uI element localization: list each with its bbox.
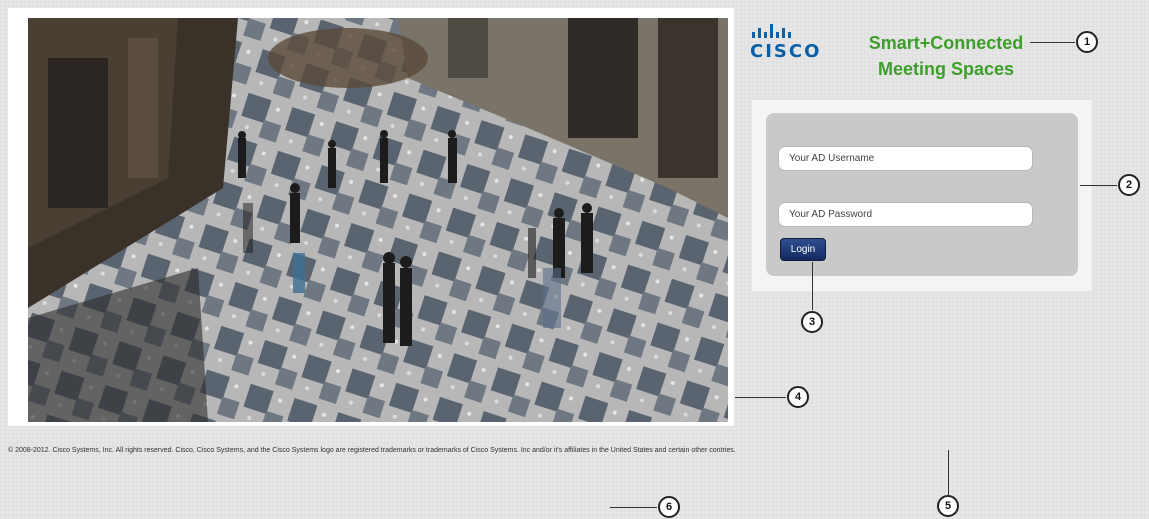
callout-4: 4 bbox=[787, 386, 809, 408]
callout-4-line bbox=[735, 397, 786, 398]
password-input[interactable] bbox=[778, 202, 1033, 227]
app-title-line2: Meeting Spaces bbox=[877, 59, 1015, 79]
callout-3-line bbox=[812, 262, 813, 310]
login-button[interactable]: Login bbox=[780, 238, 826, 261]
callout-2-line bbox=[1080, 185, 1117, 186]
callout-3: 3 bbox=[801, 311, 823, 333]
app-title-line1: Smart+Connected bbox=[868, 33, 1024, 53]
cisco-logo: CISCO bbox=[750, 22, 830, 66]
cisco-logo-bars-icon bbox=[752, 22, 830, 38]
callout-5: 5 bbox=[937, 495, 959, 517]
login-panel: Login bbox=[752, 100, 1092, 291]
callout-6: 6 bbox=[658, 496, 680, 518]
app-title: Smart+Connected Meeting Spaces bbox=[846, 30, 1046, 82]
footer-copyright: © 2008-2012. Cisco Systems, Inc. All rig… bbox=[8, 447, 736, 454]
cisco-logo-word: CISCO bbox=[750, 41, 822, 62]
hero-image-frame bbox=[8, 8, 734, 426]
callout-1: 1 bbox=[1076, 31, 1098, 53]
hero-plaza-photo bbox=[28, 18, 728, 422]
callout-6-line bbox=[610, 507, 657, 508]
username-input[interactable] bbox=[778, 146, 1033, 171]
callout-1-line bbox=[1030, 42, 1075, 43]
login-form: Login bbox=[766, 113, 1078, 276]
callout-2: 2 bbox=[1118, 174, 1140, 196]
callout-5-line bbox=[948, 450, 949, 495]
plaza-photo-illustration bbox=[28, 18, 728, 422]
